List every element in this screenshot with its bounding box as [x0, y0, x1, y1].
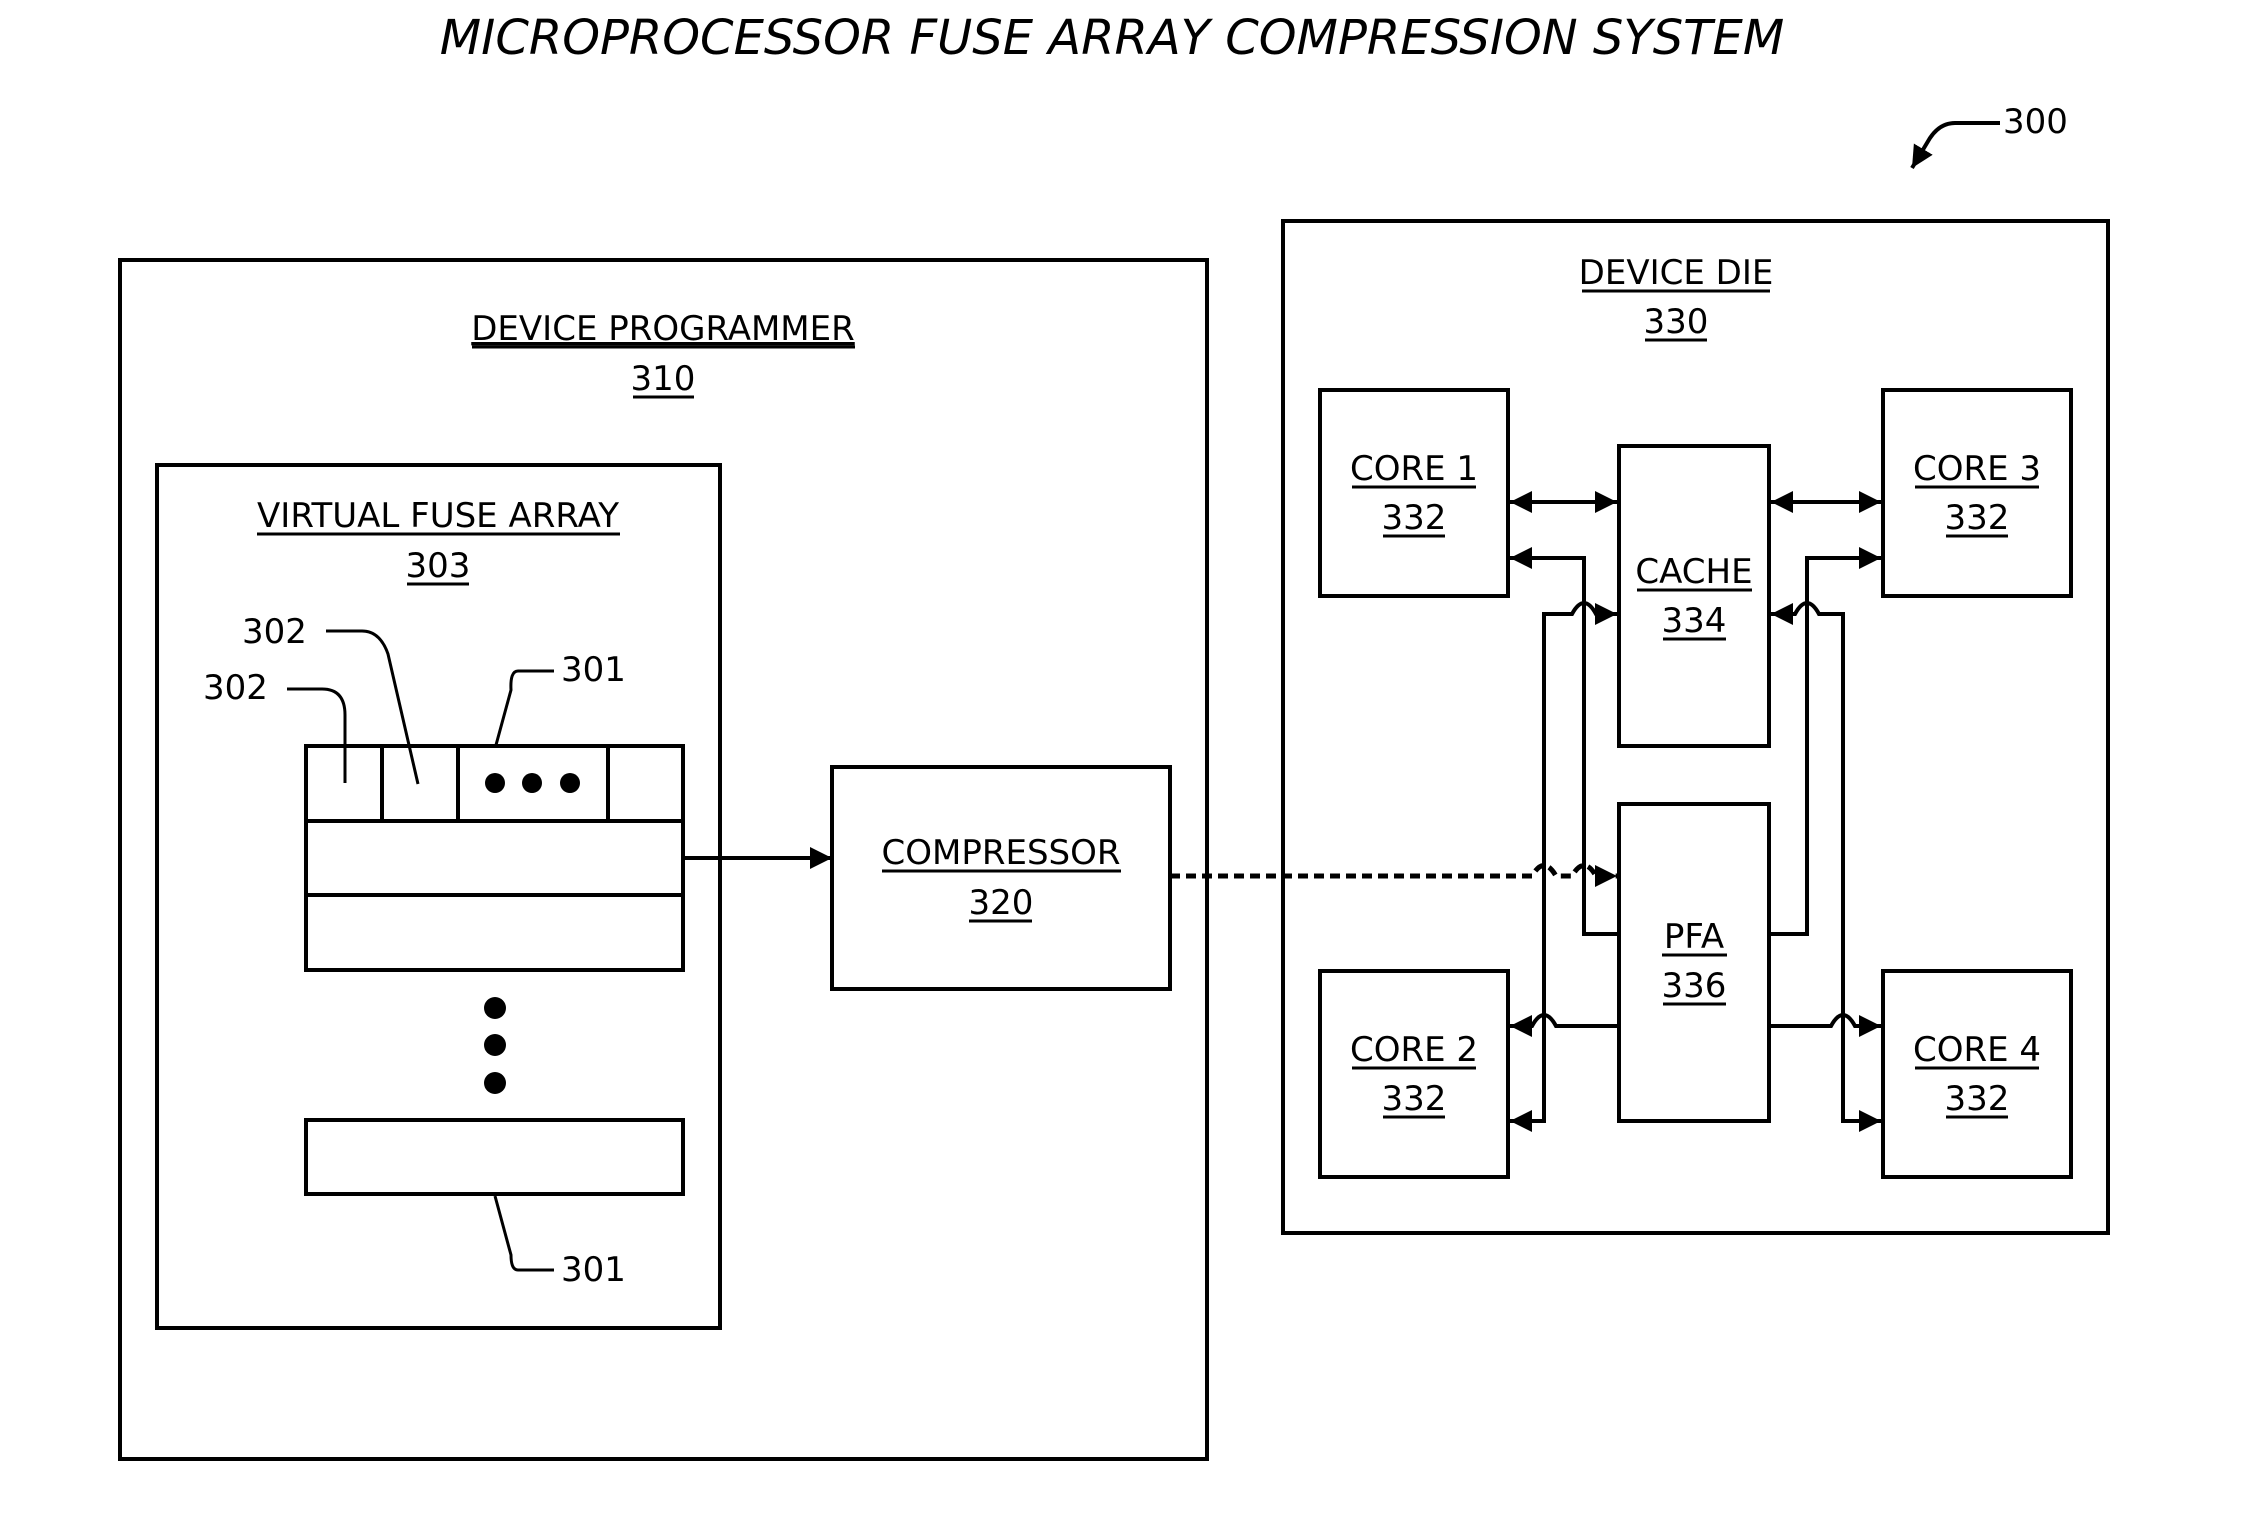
vertical-ellipsis-dot-icon — [484, 1072, 506, 1094]
core-1: CORE 1 332 — [1318, 388, 1510, 598]
callout-leader — [493, 1195, 554, 1272]
fuse-row-3 — [304, 893, 685, 972]
device-programmer-label: DEVICE PROGRAMMER — [471, 309, 855, 349]
compressor-box — [830, 765, 1172, 991]
pfa-ref: 336 — [1662, 966, 1727, 1006]
device-die-ref: 330 — [1644, 302, 1709, 342]
figure-ref-callout: 300 — [1910, 102, 2068, 170]
fuse-row-2 — [304, 819, 685, 897]
link-pfa-core4 — [1769, 1013, 1881, 1037]
callout-301-top: 301 — [561, 650, 626, 690]
virtual-fuse-array-ref: 303 — [406, 546, 471, 586]
compressor: COMPRESSOR 320 — [830, 765, 1172, 991]
pfa-label: PFA — [1664, 917, 1724, 957]
figure-ref-label: 300 — [2003, 102, 2068, 142]
vertical-ellipsis-dot-icon — [484, 1034, 506, 1056]
dotted-link-compressor-to-pfa — [1170, 863, 1617, 887]
figure-title: MICROPROCESSOR FUSE ARRAY COMPRESSION SY… — [440, 10, 1785, 66]
core-3-label: CORE 3 — [1913, 449, 2041, 489]
ellipsis-dot-icon — [522, 773, 542, 793]
link-pfa-core2 — [1510, 1013, 1619, 1037]
core-1-label: CORE 1 — [1350, 449, 1478, 489]
core-4: CORE 4 332 — [1881, 969, 2073, 1179]
core-3-ref: 332 — [1945, 498, 2010, 538]
virtual-fuse-array: VIRTUAL FUSE ARRAY 303 302 302 301 301 — [155, 463, 722, 1330]
link-outer-left-cache — [1510, 601, 1617, 1123]
callout-leader — [494, 669, 554, 746]
device-die: DEVICE DIE 330 CORE 1 332 CORE 3 332 COR… — [1281, 219, 2110, 1235]
core-1-ref: 332 — [1382, 498, 1447, 538]
virtual-fuse-array-label: VIRTUAL FUSE ARRAY — [257, 496, 619, 536]
vertical-ellipsis-dot-icon — [484, 997, 506, 1019]
link-outer-right-cache — [1771, 601, 1881, 1123]
core-3: CORE 3 332 — [1881, 388, 2073, 598]
callout-leader — [287, 687, 347, 783]
core-2-ref: 332 — [1382, 1079, 1447, 1119]
figure-ref-arrow-icon — [1910, 121, 2000, 170]
cache-label: CACHE — [1635, 552, 1752, 592]
cache-ref: 334 — [1662, 601, 1727, 641]
callout-leader — [326, 629, 420, 785]
cache: CACHE 334 — [1617, 444, 1771, 748]
pfa: PFA 336 — [1617, 802, 1771, 1123]
compressor-label: COMPRESSOR — [882, 833, 1121, 873]
callout-302-upper: 302 — [242, 612, 307, 652]
core-4-label: CORE 4 — [1913, 1030, 2041, 1070]
fuse-row-1 — [304, 744, 685, 823]
core-2: CORE 2 332 — [1318, 969, 1510, 1179]
callout-301-bottom: 301 — [561, 1250, 626, 1290]
core-2-label: CORE 2 — [1350, 1030, 1478, 1070]
device-die-label: DEVICE DIE — [1579, 253, 1774, 293]
ellipsis-dot-icon — [485, 773, 505, 793]
core-4-ref: 332 — [1945, 1079, 2010, 1119]
fuse-row-last — [304, 1118, 685, 1196]
diagram-canvas: MICROPROCESSOR FUSE ARRAY COMPRESSION SY… — [118, 10, 2110, 1461]
compressor-ref: 320 — [969, 883, 1034, 923]
ellipsis-dot-icon — [560, 773, 580, 793]
device-programmer-ref: 310 — [631, 359, 696, 399]
callout-302-lower: 302 — [203, 668, 268, 708]
